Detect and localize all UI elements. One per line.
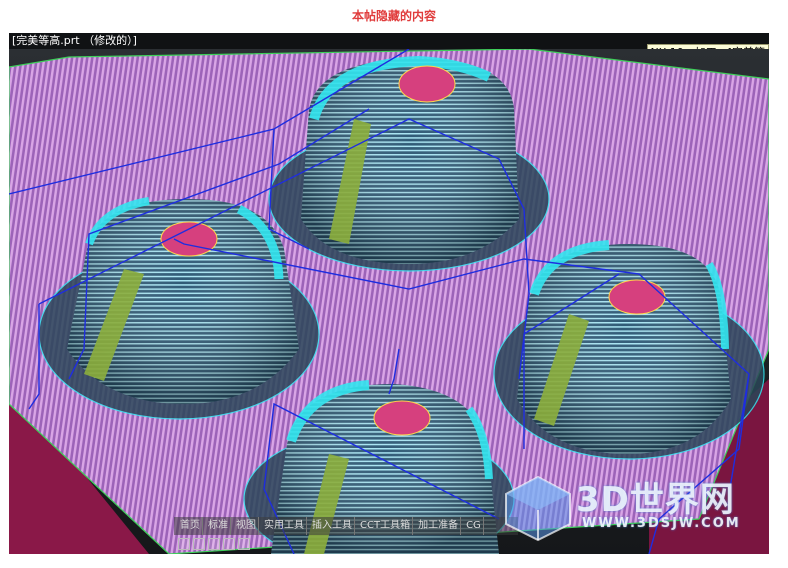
ribbon-tabs-bar: 首页 标准 视图 实用工具 插入工具 CCT工具箱 加工准备 CG [174, 517, 518, 535]
ribbon-tab[interactable]: 标准 [206, 517, 231, 535]
gear-icon[interactable] [178, 538, 190, 550]
quick-toolbar [174, 536, 298, 552]
tool-icon[interactable] [208, 538, 220, 550]
tool-icon[interactable] [193, 538, 205, 550]
hidden-content-notice: 本帖隐藏的内容 [351, 9, 436, 23]
tool-icon[interactable] [238, 538, 250, 550]
ribbon-tab[interactable]: 加工准备 [416, 517, 462, 535]
ribbon-tab[interactable]: 视图 [234, 517, 259, 535]
watermark-brand: 3D世界网 [576, 480, 735, 520]
ribbon-tab[interactable]: CG [464, 517, 484, 535]
watermark: 3D世界网 WWW.3DSJW.COM [498, 472, 768, 542]
ribbon-tab[interactable]: 首页 [178, 517, 203, 535]
cube-logo-icon [505, 475, 571, 542]
tool-icon[interactable] [223, 538, 235, 550]
ribbon-tab[interactable]: 实用工具 [262, 517, 307, 535]
watermark-url: WWW.3DSJW.COM [582, 516, 741, 531]
ribbon-tab[interactable]: CCT工具箱 [358, 517, 414, 535]
ribbon-tab[interactable]: 插入工具 [310, 517, 355, 535]
